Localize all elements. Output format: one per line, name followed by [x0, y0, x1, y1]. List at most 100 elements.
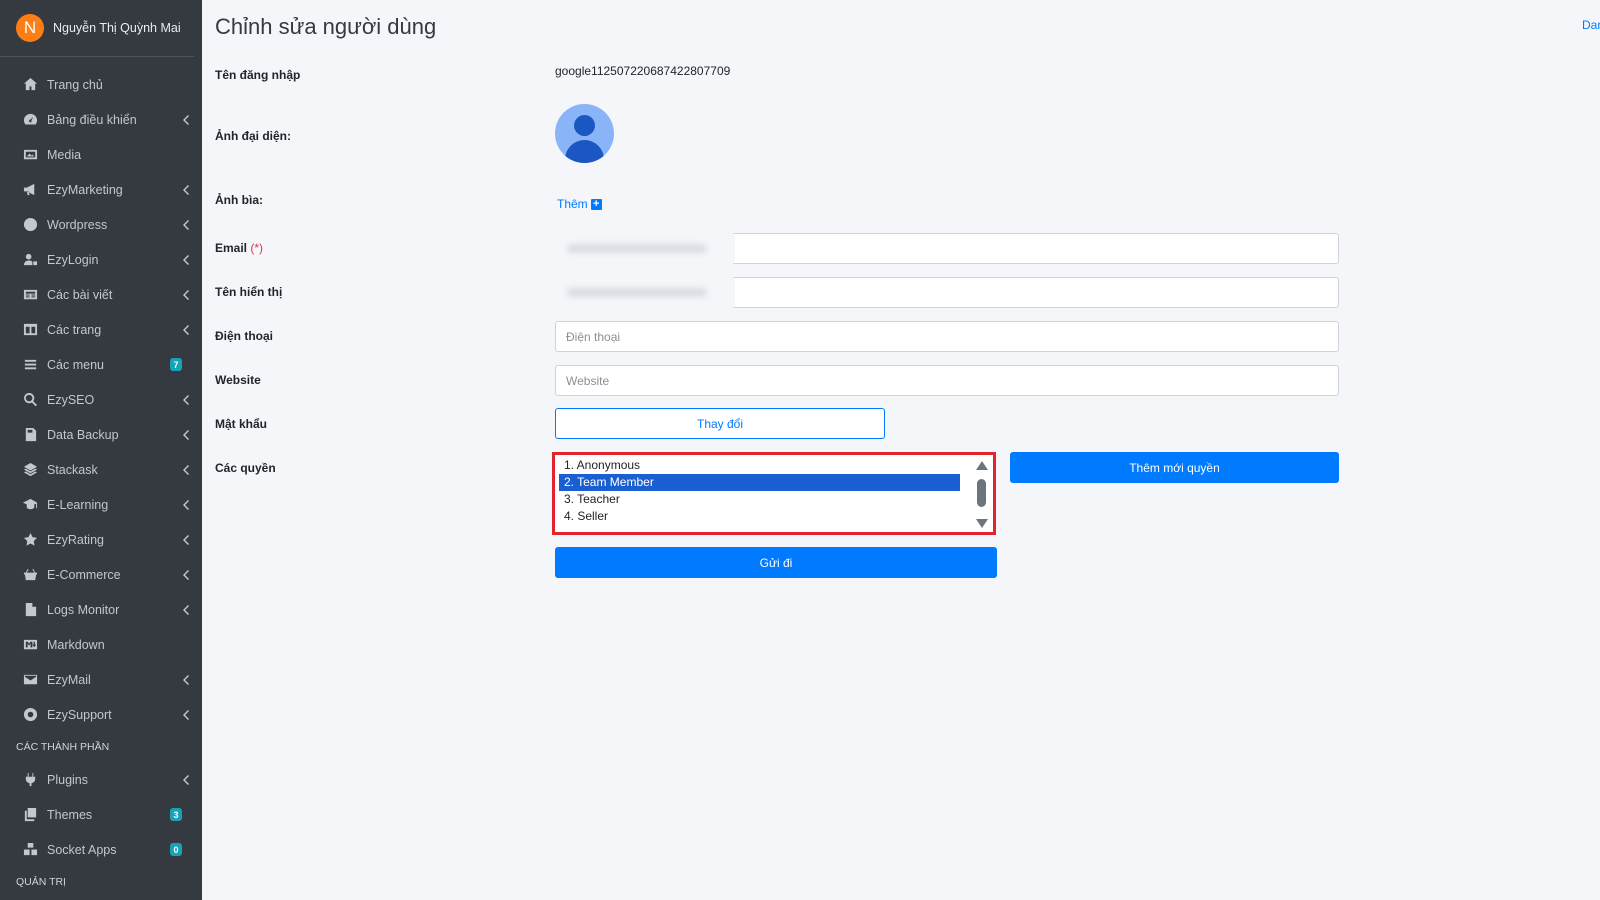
sidebar-item-label: Plugins: [47, 772, 88, 787]
sidebar-item-label: Wordpress: [47, 217, 108, 232]
add-cover-link[interactable]: Thêm +: [557, 197, 602, 211]
roles-select-highlight: 1. Anonymous 2. Team Member 3. Teacher 4. S…: [552, 452, 996, 535]
count-badge: 7: [170, 358, 182, 371]
image-icon: [22, 146, 39, 163]
sidebar-item-label: EzyMarketing: [47, 182, 123, 197]
phone-field[interactable]: [555, 321, 1339, 352]
sidebar-item-trang-ch[interactable]: Trang chủ: [0, 67, 202, 102]
email-redacted: [555, 233, 735, 264]
sidebar-item-e-learning[interactable]: E-Learning: [0, 487, 202, 522]
home-icon: [22, 76, 39, 93]
add-role-button[interactable]: Thêm mới quyền: [1010, 452, 1339, 483]
sidebar-item-label: EzySupport: [47, 707, 112, 722]
graduation-cap-icon: [22, 496, 39, 513]
chevron-left-icon: [180, 534, 190, 545]
role-option[interactable]: 4. Seller: [559, 508, 960, 525]
sidebar-item-logs-monitor[interactable]: Logs Monitor: [0, 592, 202, 627]
sidebar-item-label: Bảng điều khiển: [47, 112, 137, 127]
scroll-down-icon[interactable]: [976, 519, 988, 528]
website-field[interactable]: [555, 365, 1339, 396]
sidebar-item-e-commerce[interactable]: E-Commerce: [0, 557, 202, 592]
sidebar-item-label: EzyRating: [47, 532, 104, 547]
sidebar-item-media[interactable]: Media: [0, 137, 202, 172]
chevron-left-icon: [180, 569, 190, 580]
main-content: Chỉnh sửa người dùng Danh sách Tên đăng …: [202, 0, 1600, 900]
basket-icon: [22, 566, 39, 583]
sidebar-item-label: Các menu: [47, 357, 104, 372]
sidebar-item-ezylogin[interactable]: EzyLogin: [0, 242, 202, 277]
sidebar-item-ezymail[interactable]: EzyMail: [0, 662, 202, 697]
chevron-left-icon: [180, 114, 190, 125]
sidebar-item-ezysupport[interactable]: EzySupport: [0, 697, 202, 732]
megaphone-icon: [22, 181, 39, 198]
chevron-left-icon: [180, 324, 190, 335]
sidebar-item-c-c-trang[interactable]: Các trang: [0, 312, 202, 347]
roles-listbox[interactable]: 1. Anonymous 2. Team Member 3. Teacher 4. S…: [559, 457, 971, 531]
roles-scrollbar[interactable]: [975, 457, 989, 531]
required-mark: (*): [250, 241, 264, 255]
sidebar-item-label: Các bài viết: [47, 287, 113, 302]
sidebar-item-label: Socket Apps: [47, 842, 117, 857]
lifebuoy-icon: [22, 706, 39, 723]
label-email-text: Email: [215, 241, 248, 255]
chevron-left-icon: [180, 394, 190, 405]
sidebar-item-ezyrating[interactable]: EzyRating: [0, 522, 202, 557]
user-name[interactable]: Nguyễn Thị Quỳnh Mai: [53, 21, 181, 35]
sidebar-item-c-c-menu[interactable]: Các menu 7: [0, 347, 202, 382]
sidebar-item-wordpress[interactable]: Wordpress: [0, 207, 202, 242]
submit-button[interactable]: Gửi đi: [555, 547, 997, 578]
chevron-left-icon: [180, 219, 190, 230]
username-value: google112507220687422807709: [555, 64, 731, 78]
chevron-left-icon: [180, 604, 190, 615]
user-panel[interactable]: N Nguyễn Thị Quỳnh Mai: [0, 0, 194, 57]
sidebar-item-label: Markdown: [47, 637, 105, 652]
label-email: Email (*): [215, 241, 263, 255]
star-icon: [22, 531, 39, 548]
chevron-left-icon: [180, 289, 190, 300]
sidebar-item-label: E-Commerce: [47, 567, 121, 582]
label-cover: Ảnh bìa:: [215, 193, 263, 207]
sidebar-item-ezyseo[interactable]: EzySEO: [0, 382, 202, 417]
dashboard-icon: [22, 111, 39, 128]
role-option[interactable]: 2. Team Member: [559, 474, 960, 491]
profile-avatar-icon[interactable]: [555, 104, 614, 163]
sidebar-item-socket-apps[interactable]: Socket Apps 0: [0, 832, 202, 867]
scroll-thumb[interactable]: [977, 479, 986, 507]
backup-icon: [22, 426, 39, 443]
sidebar-item-markdown[interactable]: Markdown: [0, 627, 202, 662]
sidebar-nav-components: Plugins Themes 3 Socket Apps 0: [0, 762, 202, 867]
sidebar-item-label: EzyLogin: [47, 252, 99, 267]
display-name-redacted: [555, 277, 735, 308]
chevron-left-icon: [180, 499, 190, 510]
sidebar-item-label: Data Backup: [47, 427, 119, 442]
sidebar-item-data-backup[interactable]: Data Backup: [0, 417, 202, 452]
sidebar-item-c-c-b-i-vi-t[interactable]: Các bài viết: [0, 277, 202, 312]
label-display-name: Tên hiển thị: [215, 285, 283, 299]
sidebar-item-stackask[interactable]: Stackask: [0, 452, 202, 487]
sidebar-item-label: Stackask: [47, 462, 98, 477]
sidebar-item-plugins[interactable]: Plugins: [0, 762, 202, 797]
sidebar-item-label: Logs Monitor: [47, 602, 120, 617]
columns-icon: [22, 321, 39, 338]
role-option[interactable]: 3. Teacher: [559, 491, 960, 508]
sidebar-item-label: Themes: [47, 807, 93, 822]
scroll-up-icon[interactable]: [976, 461, 988, 470]
sidebar-item-label: EzyMail: [47, 672, 91, 687]
user-lock-icon: [22, 251, 39, 268]
sidebar-item-label: Media: [47, 147, 82, 162]
sidebar-item-ezymarketing[interactable]: EzyMarketing: [0, 172, 202, 207]
avatar: N: [16, 14, 44, 42]
label-website: Website: [215, 373, 261, 387]
chevron-left-icon: [180, 464, 190, 475]
plug-icon: [22, 771, 39, 788]
sidebar-item-themes[interactable]: Themes 3: [0, 797, 202, 832]
wordpress-icon: [22, 216, 39, 233]
top-right-link[interactable]: Danh sách: [1582, 18, 1600, 32]
label-username: Tên đăng nhập: [215, 68, 301, 82]
chevron-left-icon: [180, 429, 190, 440]
sidebar-item-label: Các trang: [47, 322, 102, 337]
sidebar-item-b-ng-i-u-khi-n[interactable]: Bảng điều khiển: [0, 102, 202, 137]
role-option[interactable]: 1. Anonymous: [559, 457, 960, 474]
add-cover-label: Thêm: [557, 197, 588, 211]
change-password-button[interactable]: Thay đổi: [555, 408, 885, 439]
